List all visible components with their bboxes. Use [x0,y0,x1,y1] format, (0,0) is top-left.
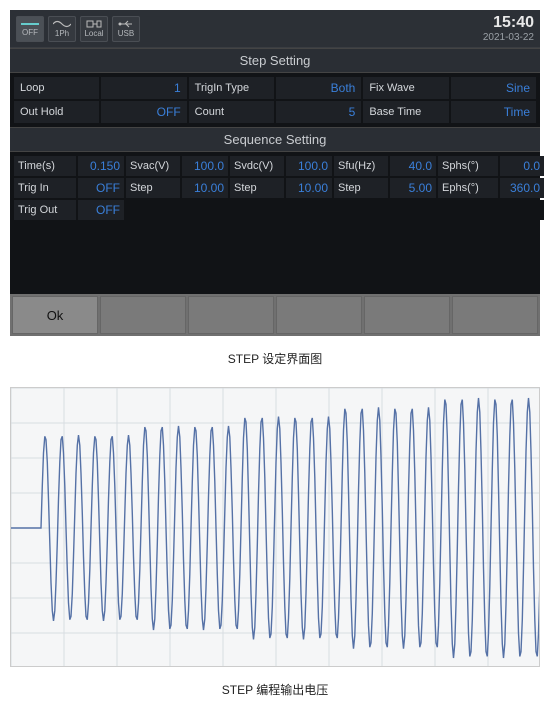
top-bar: OFF 1Ph Local USB 15:40 2021-03-22 [10,10,540,48]
clock-area: 15:40 2021-03-22 [483,14,534,43]
empty-cell [126,200,544,220]
softkey-2[interactable] [100,296,186,334]
loop-label: Loop [14,77,99,99]
time-value[interactable]: 0.150 [78,156,124,176]
step-setting-title: Step Setting [10,48,540,73]
sfu-label: Sfu(Hz) [334,156,388,176]
waveform-caption: STEP 编程输出电压 [10,681,540,698]
softkey-5[interactable] [364,296,450,334]
svac-value[interactable]: 100.0 [182,156,228,176]
icon-label: 1Ph [55,30,69,39]
loop-value[interactable]: 1 [101,77,186,99]
svdc-label: Svdc(V) [230,156,284,176]
fixwave-label: Fix Wave [363,77,448,99]
softkey-ok[interactable]: Ok [12,296,98,334]
softkey-bar: Ok [10,294,540,336]
phase-icon[interactable]: 1Ph [48,16,76,42]
clock-date: 2021-03-22 [483,32,534,43]
trigout-label: Trig Out [14,200,76,220]
output-off-icon[interactable]: OFF [16,16,44,42]
trigin-value[interactable]: OFF [78,178,124,198]
stepv-label: Step [126,178,180,198]
basetime-label: Base Time [363,101,448,123]
ephs-value[interactable]: 360.0 [500,178,544,198]
fixwave-value[interactable]: Sine [451,77,536,99]
local-icon[interactable]: Local [80,16,108,42]
waveform-scope [10,387,540,667]
softkey-3[interactable] [188,296,274,334]
svdc-value[interactable]: 100.0 [286,156,332,176]
softkey-6[interactable] [452,296,538,334]
icon-label: USB [118,30,134,39]
trigintype-label: TrigIn Type [189,77,274,99]
softkey-4[interactable] [276,296,362,334]
stepvdc-label: Step [230,178,284,198]
trigout-value[interactable]: OFF [78,200,124,220]
icon-label: OFF [22,29,38,38]
sequence-setting-title: Sequence Setting [10,127,540,152]
count-value[interactable]: 5 [276,101,361,123]
outhold-label: Out Hold [14,101,99,123]
usb-icon[interactable]: USB [112,16,140,42]
time-label: Time(s) [14,156,76,176]
ephs-label: Ephs(°) [438,178,498,198]
sfu-value[interactable]: 40.0 [390,156,436,176]
settings-caption: STEP 设定界面图 [10,350,540,367]
trigintype-value[interactable]: Both [276,77,361,99]
sphs-label: Sphs(°) [438,156,498,176]
status-icons: OFF 1Ph Local USB [16,16,140,42]
trigin-label: Trig In [14,178,76,198]
stepvdc-value[interactable]: 10.00 [286,178,332,198]
stepf-value[interactable]: 5.00 [390,178,436,198]
step-setting-grid: Loop 1 TrigIn Type Both Fix Wave Sine Ou… [10,73,540,127]
count-label: Count [189,101,274,123]
outhold-value[interactable]: OFF [101,101,186,123]
sequence-setting-grid: Time(s) 0.150 Svac(V) 100.0 Svdc(V) 100.… [10,152,540,224]
empty-area [10,224,540,294]
device-screen: OFF 1Ph Local USB 15:40 2021-03-22 Step … [10,10,540,336]
stepf-label: Step [334,178,388,198]
svac-label: Svac(V) [126,156,180,176]
sphs-value[interactable]: 0.0 [500,156,544,176]
basetime-value[interactable]: Time [451,101,536,123]
clock-time: 15:40 [483,14,534,32]
stepv-value[interactable]: 10.00 [182,178,228,198]
icon-label: Local [84,30,103,39]
